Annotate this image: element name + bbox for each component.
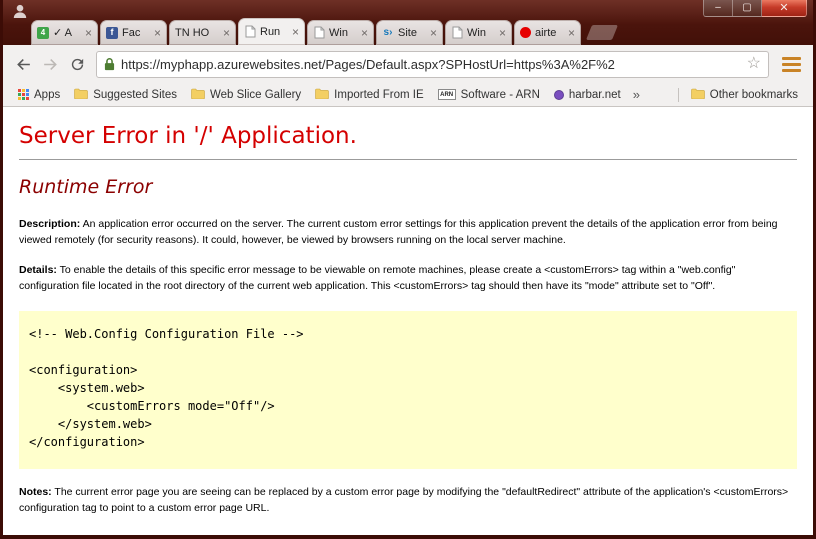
harbar-site-icon xyxy=(553,89,564,100)
tab-label: Win xyxy=(467,26,486,39)
tab-label: Site xyxy=(398,26,417,39)
tab-site-sharepoint[interactable]: s› Site × xyxy=(376,20,443,45)
url-text: https://myphapp.azurewebsites.net/Pages/… xyxy=(121,56,615,72)
bookmarks-bar: Apps Suggested Sites Web Slice Gallery I… xyxy=(3,83,813,107)
page-favicon-icon xyxy=(244,25,256,38)
apps-grid-icon xyxy=(18,89,29,100)
bookmark-label: Suggested Sites xyxy=(93,88,177,101)
tab-airtel[interactable]: airte × xyxy=(514,20,581,45)
tab-close-icon[interactable]: × xyxy=(292,25,299,39)
airtel-favicon-icon xyxy=(520,27,531,38)
bookmark-web-slice-gallery[interactable]: Web Slice Gallery xyxy=(184,86,308,104)
bookmark-label: Apps xyxy=(34,88,61,101)
window-controls: – ▢ ✕ xyxy=(703,0,807,17)
folder-icon xyxy=(690,88,705,102)
description-label: Description: xyxy=(19,218,81,230)
bookmark-label: Imported From IE xyxy=(334,88,424,101)
page-favicon-icon xyxy=(451,26,463,39)
profile-avatar-icon[interactable] xyxy=(12,3,28,19)
tab-label: Fac xyxy=(122,26,141,39)
runtime-error-heading: Runtime Error xyxy=(19,176,153,198)
tab-label: ✓ A xyxy=(53,27,73,39)
folder-icon xyxy=(315,88,329,102)
error-page-title: Server Error in '/' Application. xyxy=(19,123,357,149)
other-bookmarks-label: Other bookmarks xyxy=(709,88,798,101)
navigation-toolbar: https://myphapp.azurewebsites.net/Pages/… xyxy=(3,45,813,83)
tab-facebook[interactable]: f Fac × xyxy=(100,20,167,45)
tab-win-2[interactable]: Win × xyxy=(445,20,512,45)
tab-close-icon[interactable]: × xyxy=(154,26,161,40)
notes-paragraph: Notes: The current error page you are se… xyxy=(19,484,797,517)
folder-icon xyxy=(74,88,89,102)
address-bar[interactable]: https://myphapp.azurewebsites.net/Pages/… xyxy=(96,50,769,78)
tab-label: TN HO xyxy=(175,26,210,39)
web-config-code-block: <!-- Web.Config Configuration File --> <… xyxy=(19,311,797,470)
minimize-button[interactable]: – xyxy=(703,0,733,17)
tab-label: airte xyxy=(535,26,557,39)
bookmark-software-arn[interactable]: ARN Software - ARN xyxy=(431,87,547,103)
https-lock-icon[interactable] xyxy=(104,57,115,71)
details-paragraph: Details: To enable the details of this s… xyxy=(19,262,797,295)
maximize-button[interactable]: ▢ xyxy=(733,0,762,17)
tab-close-icon[interactable]: × xyxy=(499,26,506,40)
bookmark-imported-from-ie[interactable]: Imported From IE xyxy=(308,86,430,104)
title-divider xyxy=(19,159,797,160)
notes-label: Notes: xyxy=(19,486,52,499)
details-text: To enable the details of this specific e… xyxy=(19,263,736,292)
sharepoint-favicon-icon: s› xyxy=(383,26,393,38)
tab-close-icon[interactable]: × xyxy=(430,26,437,40)
tab-a[interactable]: 4 ✓ A × xyxy=(31,20,98,45)
notes-text: The current error page you are seeing ca… xyxy=(19,486,789,515)
page-content: Server Error in '/' Application. Runtime… xyxy=(3,107,813,535)
bookmark-label: harbar.net xyxy=(568,88,621,101)
tab-label: Win xyxy=(329,26,348,39)
forward-button[interactable] xyxy=(37,51,64,78)
tab-strip: 4 ✓ A × f Fac × TN HO × Run × Win × s› S… xyxy=(31,18,619,45)
bookmark-label: Software - ARN xyxy=(460,88,540,101)
description-text: An application error occurred on the ser… xyxy=(19,218,778,247)
bookmark-harbar-net[interactable]: harbar.net xyxy=(547,87,628,103)
other-bookmarks-button[interactable]: Other bookmarks xyxy=(684,86,805,104)
tab-close-icon[interactable]: × xyxy=(361,26,368,40)
facebook-favicon-icon: f xyxy=(106,26,118,39)
new-tab-button[interactable] xyxy=(585,25,619,40)
tab-close-icon[interactable]: × xyxy=(223,26,230,40)
bookmarks-overflow-chevron[interactable]: » xyxy=(628,87,645,102)
back-button[interactable] xyxy=(10,51,37,78)
tab-tn-ho[interactable]: TN HO × xyxy=(169,20,236,45)
bookmark-apps[interactable]: Apps xyxy=(11,87,67,103)
page-favicon-icon xyxy=(313,26,325,39)
tab-win-1[interactable]: Win × xyxy=(307,20,374,45)
reload-button[interactable] xyxy=(64,51,91,78)
description-paragraph: Description: An application error occurr… xyxy=(19,216,797,249)
arn-icon: ARN xyxy=(437,89,456,100)
tab-close-icon[interactable]: × xyxy=(568,26,575,40)
bookmark-suggested-sites[interactable]: Suggested Sites xyxy=(67,86,184,104)
green-4-favicon-icon: 4 xyxy=(37,26,49,39)
details-label: Details: xyxy=(19,263,57,276)
bookmarks-separator xyxy=(677,87,679,102)
titlebar[interactable]: – ▢ ✕ 4 ✓ A × f Fac × TN HO × Run × Win … xyxy=(3,0,813,45)
close-button[interactable]: ✕ xyxy=(762,0,807,17)
menu-hamburger-icon[interactable] xyxy=(776,51,806,78)
bookmark-label: Web Slice Gallery xyxy=(209,88,302,101)
folder-icon xyxy=(191,88,205,102)
bookmark-star-icon[interactable]: ☆ xyxy=(747,56,761,72)
tab-runtime-error-active[interactable]: Run × xyxy=(238,18,305,45)
browser-window: – ▢ ✕ 4 ✓ A × f Fac × TN HO × Run × Win … xyxy=(0,0,816,539)
tab-label: Run xyxy=(260,25,281,38)
tab-close-icon[interactable]: × xyxy=(85,26,92,40)
